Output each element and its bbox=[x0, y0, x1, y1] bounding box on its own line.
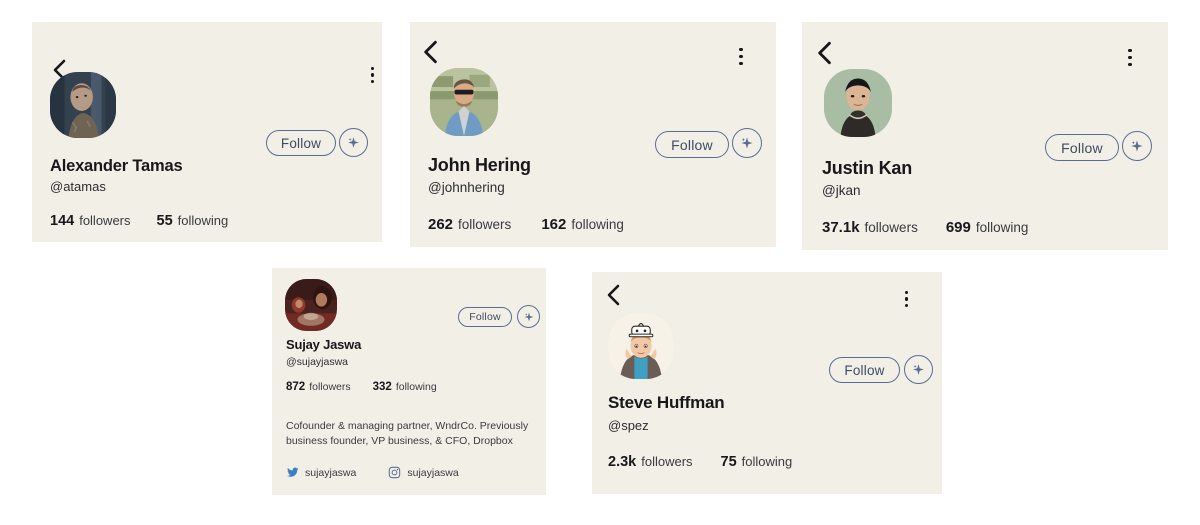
followers-label: followers bbox=[309, 381, 351, 393]
following-label: following bbox=[571, 217, 624, 232]
profile-card-justin-kan: Follow Justin Kan @jkan 37.1k followers … bbox=[802, 22, 1168, 250]
instagram-icon bbox=[389, 466, 401, 479]
followers-count: 144 bbox=[50, 213, 75, 229]
twitter-icon bbox=[287, 467, 299, 477]
sparkle-icon[interactable] bbox=[339, 128, 368, 157]
following-stat[interactable]: 75 following bbox=[721, 454, 793, 470]
stats-row: 37.1k followers 699 following bbox=[822, 219, 1028, 236]
profile-name: Justin Kan bbox=[822, 158, 913, 178]
profile-card-sujay-jaswa: Follow Sujay Jaswa @sujayjaswa 872 follo… bbox=[272, 268, 546, 495]
stats-row: 144 followers 55 following bbox=[50, 213, 228, 229]
three-dots-vertical-icon[interactable] bbox=[905, 289, 909, 309]
avatar[interactable] bbox=[50, 72, 116, 138]
following-count: 75 bbox=[720, 454, 737, 470]
profile-card-gallery: Follow Alexander Tamas @atamas 144 follo… bbox=[0, 0, 1200, 525]
followers-count: 872 bbox=[286, 381, 306, 393]
followers-count: 37.1k bbox=[822, 219, 860, 236]
chevron-left-icon[interactable] bbox=[420, 39, 440, 65]
following-count: 55 bbox=[156, 213, 173, 229]
following-stat[interactable]: 699 following bbox=[946, 219, 1029, 236]
profile-bio: Cofounder & managing partner, WndrCo. Pr… bbox=[286, 420, 529, 447]
followers-count: 2.3k bbox=[608, 454, 637, 470]
social-links: sujayjaswa sujayjaswa bbox=[286, 466, 459, 479]
followers-label: followers bbox=[641, 454, 693, 469]
profile-handle: @sujayjaswa bbox=[286, 356, 349, 368]
sparkle-icon[interactable] bbox=[1122, 131, 1152, 161]
followers-count: 262 bbox=[428, 216, 454, 233]
follow-button[interactable]: Follow bbox=[655, 131, 729, 158]
following-stat[interactable]: 55 following bbox=[157, 213, 229, 229]
social-link-instagram[interactable]: sujayjaswa bbox=[388, 466, 459, 479]
profile-name: Sujay Jaswa bbox=[286, 337, 362, 352]
followers-stat[interactable]: 262 followers bbox=[428, 216, 511, 233]
following-label: following bbox=[741, 454, 793, 469]
profile-handle: @jkan bbox=[822, 183, 861, 198]
followers-stat[interactable]: 144 followers bbox=[50, 213, 131, 229]
profile-name: Steve Huffman bbox=[608, 393, 725, 412]
stats-row: 872 followers 332 following bbox=[286, 381, 437, 393]
sparkle-icon[interactable] bbox=[732, 128, 762, 158]
profile-card-alexander-tamas: Follow Alexander Tamas @atamas 144 follo… bbox=[32, 22, 382, 242]
following-stat[interactable]: 332 following bbox=[373, 381, 437, 393]
followers-stat[interactable]: 872 followers bbox=[286, 381, 351, 393]
profile-handle: @atamas bbox=[50, 179, 106, 194]
following-count: 162 bbox=[541, 216, 567, 233]
three-dots-vertical-icon[interactable] bbox=[739, 46, 743, 67]
followers-stat[interactable]: 2.3k followers bbox=[608, 454, 693, 470]
following-count: 699 bbox=[945, 219, 971, 236]
following-label: following bbox=[395, 381, 437, 393]
three-dots-vertical-icon[interactable] bbox=[1128, 47, 1132, 68]
profile-card-john-hering: Follow John Hering @johnhering 262 follo… bbox=[410, 22, 776, 247]
following-label: following bbox=[177, 213, 229, 228]
social-link-twitter[interactable]: sujayjaswa bbox=[286, 466, 356, 479]
avatar[interactable] bbox=[824, 69, 892, 137]
sparkle-icon[interactable] bbox=[517, 305, 540, 328]
sparkle-icon[interactable] bbox=[904, 355, 933, 384]
chevron-left-icon[interactable] bbox=[604, 283, 622, 307]
stats-row: 262 followers 162 following bbox=[428, 216, 624, 233]
social-handle-instagram: sujayjaswa bbox=[407, 466, 459, 479]
avatar[interactable] bbox=[285, 279, 337, 331]
follow-button[interactable]: Follow bbox=[829, 357, 900, 383]
avatar[interactable] bbox=[608, 313, 674, 379]
social-handle-twitter: sujayjaswa bbox=[305, 466, 357, 479]
following-count: 332 bbox=[372, 381, 392, 393]
following-label: following bbox=[975, 220, 1029, 235]
profile-handle: @johnhering bbox=[428, 180, 505, 195]
followers-label: followers bbox=[79, 213, 131, 228]
profile-name: John Hering bbox=[428, 155, 531, 175]
profile-card-steve-huffman: Follow Steve Huffman @spez 2.3k follower… bbox=[592, 272, 942, 494]
followers-stat[interactable]: 37.1k followers bbox=[822, 219, 918, 236]
stats-row: 2.3k followers 75 following bbox=[608, 454, 792, 470]
follow-button[interactable]: Follow bbox=[266, 130, 336, 156]
profile-name: Alexander Tamas bbox=[50, 157, 183, 175]
profile-handle: @spez bbox=[608, 418, 649, 433]
followers-label: followers bbox=[458, 217, 512, 232]
follow-button[interactable]: Follow bbox=[458, 307, 512, 327]
following-stat[interactable]: 162 following bbox=[541, 216, 624, 233]
follow-button[interactable]: Follow bbox=[1045, 134, 1119, 161]
chevron-left-icon[interactable] bbox=[814, 40, 834, 66]
avatar[interactable] bbox=[430, 68, 498, 136]
three-dots-vertical-icon[interactable] bbox=[371, 65, 375, 85]
followers-label: followers bbox=[864, 220, 918, 235]
